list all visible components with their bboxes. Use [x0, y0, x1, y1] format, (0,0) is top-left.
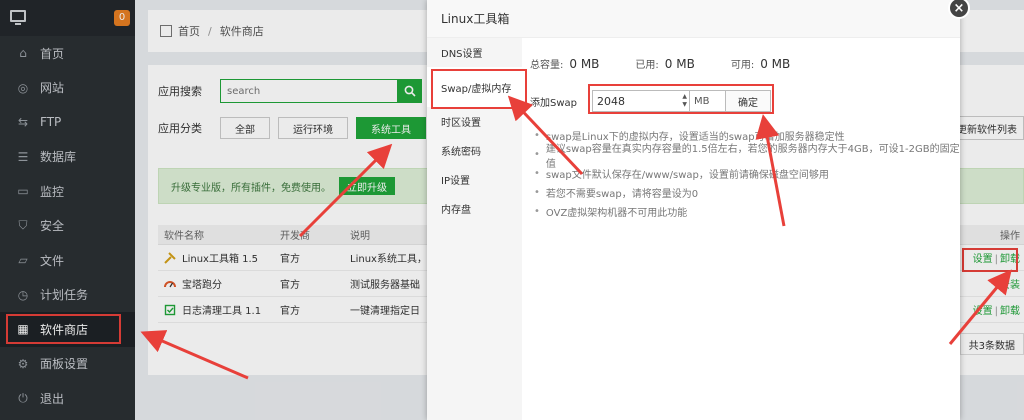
nav-password[interactable]: 系统密码 [427, 136, 522, 165]
tip-item: 若您不需要swap，请将容量设为0 [534, 183, 960, 202]
swap-stats: 总容量: 0 MB 已用: 0 MB 可用: 0 MB [530, 56, 960, 72]
stat-used-value: 0 MB [664, 56, 695, 71]
nav-ip[interactable]: IP设置 [427, 165, 522, 194]
stat-total-label: 总容量: [530, 60, 564, 71]
swap-tips: swap是Linux下的虚拟内存，设置适当的swap可增加服务器稳定性 建议sw… [534, 126, 960, 221]
nav-ramdisk[interactable]: 内存盘 [427, 194, 522, 223]
swap-panel: 总容量: 0 MB 已用: 0 MB 可用: 0 MB 添加Swap 2048 ▲ ▼ M… [530, 38, 960, 220]
linux-toolbox-modal: Linux工具箱 DNS设置 Swap/虚拟内存 时区设置 系统密码 IP设置 … [427, 0, 960, 420]
stat-free-value: 0 MB [760, 56, 791, 71]
nav-dns[interactable]: DNS设置 [427, 38, 522, 67]
modal-title: Linux工具箱 [427, 0, 960, 38]
stat-used-label: 已用: [635, 60, 659, 71]
tip-item: OVZ虚拟架构机器不可用此功能 [534, 202, 960, 221]
highlight-box-swap [431, 69, 527, 109]
nav-timezone[interactable]: 时区设置 [427, 107, 522, 136]
highlight-box-swap-input [588, 84, 774, 114]
stat-total-value: 0 MB [569, 56, 600, 71]
add-swap-label: 添加Swap [530, 97, 578, 109]
tip-item: 建议swap容量在真实内存容量的1.5倍左右，若您的服务器内存大于4GB，可设1… [534, 144, 960, 170]
stat-free-label: 可用: [730, 60, 755, 71]
